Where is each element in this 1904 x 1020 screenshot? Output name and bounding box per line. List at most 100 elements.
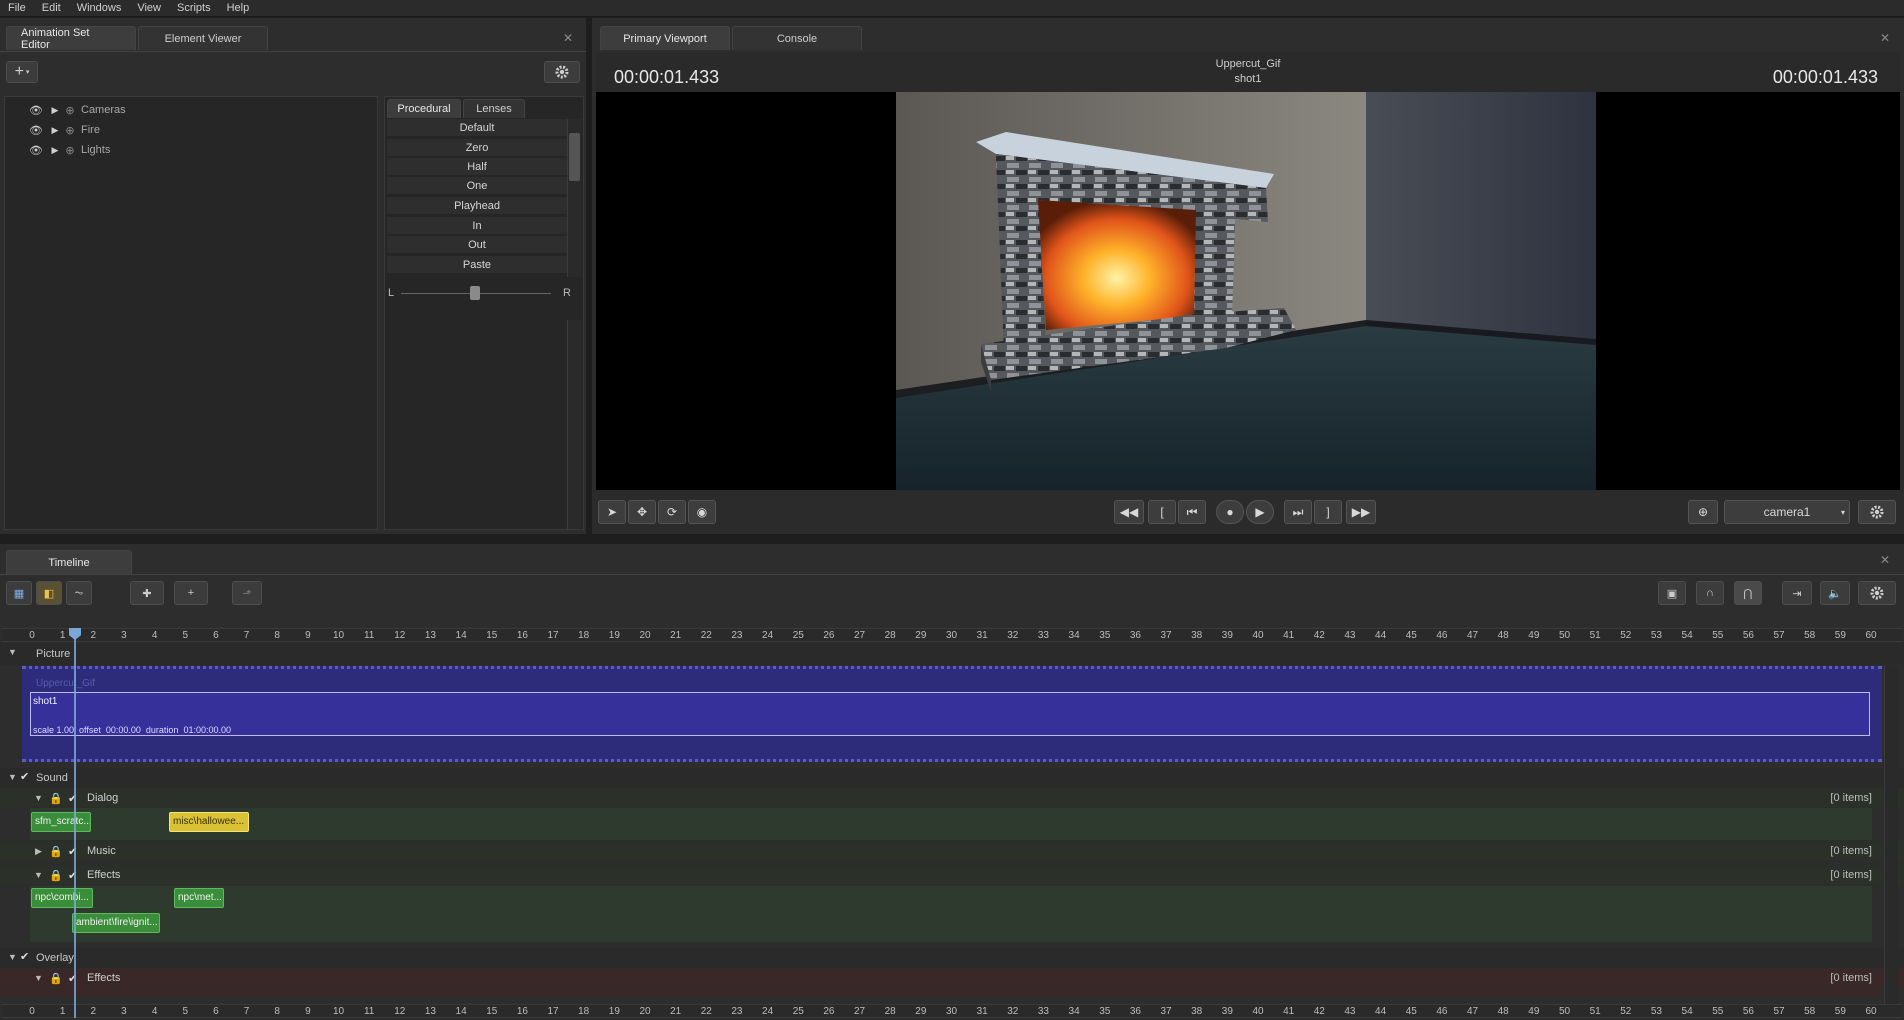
collapse-arrow-icon[interactable]: ▼ bbox=[34, 793, 43, 803]
sound-clip[interactable]: ambient\fire\ignit... bbox=[72, 913, 160, 933]
add-marker-button[interactable]: ✚ bbox=[130, 581, 164, 605]
play-button[interactable]: ▶ bbox=[1246, 500, 1274, 524]
tab-timeline[interactable]: Timeline bbox=[6, 550, 132, 574]
tree-item-cameras[interactable]: 👁 ▶ ⊕ Cameras bbox=[5, 101, 126, 119]
close-viewport-icon[interactable]: ✕ bbox=[1880, 31, 1890, 45]
add-track-button[interactable]: + bbox=[174, 581, 208, 605]
preset-one-button[interactable]: One bbox=[387, 177, 567, 195]
sound-clip[interactable]: npc\combi... bbox=[31, 888, 93, 908]
preset-playhead-button[interactable]: Playhead bbox=[387, 197, 567, 215]
panel-splitter[interactable] bbox=[0, 534, 1904, 544]
close-left-panel-icon[interactable]: ✕ bbox=[563, 31, 573, 45]
slider-handle[interactable] bbox=[470, 286, 480, 300]
check-icon[interactable]: ✔ bbox=[20, 770, 29, 783]
snap-button[interactable]: ∩ bbox=[1696, 581, 1724, 605]
collapse-arrow-icon[interactable]: ▼ bbox=[34, 973, 43, 983]
eye-icon[interactable]: 👁 bbox=[25, 124, 47, 137]
menu-view[interactable]: View bbox=[129, 2, 169, 14]
time-ruler-bottom[interactable]: 0 1 2 3 4 5 6 7 8 9 10 11 12 13 14 15 16 17 18 19 20 21 22 23 24… bbox=[2, 1004, 1902, 1018]
sound-clip[interactable]: sfm_scratc... bbox=[31, 812, 91, 832]
jump-to-end-button[interactable]: ⇥ bbox=[1782, 581, 1812, 605]
lock-view-button[interactable]: ▣ bbox=[1658, 581, 1686, 605]
lock-icon[interactable]: 🔒 bbox=[49, 845, 63, 858]
tab-element-viewer[interactable]: Element Viewer bbox=[138, 26, 268, 50]
effects-track-lane[interactable]: npc\combi... npc\met... ambient\fire\ign… bbox=[30, 886, 1872, 942]
preset-default-button[interactable]: Default bbox=[387, 119, 567, 137]
time-ruler-top[interactable]: 0 1 2 3 4 5 6 7 8 9 10 11 12 13 14 15 16 17 18 19 20 21 22 23 24… bbox=[2, 628, 1902, 642]
graph-editor-button[interactable]: ⏦ bbox=[66, 581, 92, 605]
preset-scrollbar[interactable] bbox=[567, 119, 581, 277]
tab-primary-viewport[interactable]: Primary Viewport bbox=[600, 26, 730, 50]
expand-arrow-icon[interactable]: ▶ bbox=[47, 125, 63, 136]
menu-edit[interactable]: Edit bbox=[34, 2, 69, 14]
ruler-tick-label: 24 bbox=[762, 1006, 774, 1017]
ruler-tick-label: 12 bbox=[394, 1006, 406, 1017]
tree-item-lights[interactable]: 👁 ▶ ⊕ Lights bbox=[5, 141, 110, 159]
dialog-track-lane[interactable]: sfm_scratc... misc\hallowee... bbox=[30, 808, 1872, 840]
mark-in-button[interactable]: [ bbox=[1148, 500, 1176, 524]
clip-editor-button[interactable]: ▦ bbox=[6, 581, 32, 605]
fast-forward-button[interactable]: ▶▶ bbox=[1346, 500, 1376, 524]
select-tool-button[interactable]: ➤ bbox=[598, 500, 626, 524]
prev-frame-button[interactable]: ⏮ bbox=[1178, 500, 1206, 524]
close-timeline-icon[interactable]: ✕ bbox=[1880, 553, 1890, 567]
move-up-button[interactable]: ⬏ bbox=[232, 581, 262, 605]
scrollbar-thumb[interactable] bbox=[569, 133, 580, 181]
expand-arrow-icon[interactable]: ▶ bbox=[35, 846, 42, 857]
preset-out-button[interactable]: Out bbox=[387, 236, 567, 254]
move-tool-button[interactable]: ✥ bbox=[628, 500, 656, 524]
timeline-scrollbar[interactable] bbox=[1884, 666, 1898, 1006]
overlay-effects-label: Effects bbox=[87, 972, 121, 984]
sound-clip[interactable]: npc\met... bbox=[174, 888, 224, 908]
collapse-arrow-icon[interactable]: ▼ bbox=[34, 870, 43, 880]
next-frame-button[interactable]: ⏭ bbox=[1284, 500, 1312, 524]
rotate-tool-button[interactable]: ⟳ bbox=[658, 500, 686, 524]
playhead-line[interactable] bbox=[74, 628, 76, 1018]
check-icon[interactable]: ✔ bbox=[20, 950, 29, 963]
tab-procedural[interactable]: Procedural bbox=[387, 99, 461, 118]
expand-arrow-icon[interactable]: ▶ bbox=[47, 105, 63, 116]
picture-track[interactable]: Uppercut_Gif shot1 scale 1.00 offset 00:… bbox=[22, 666, 1882, 762]
rewind-button[interactable]: ◀◀ bbox=[1114, 500, 1144, 524]
overlay-track-lane[interactable] bbox=[0, 988, 1880, 996]
overlay-effects-items-count: [0 items] bbox=[1830, 972, 1872, 984]
menu-scripts[interactable]: Scripts bbox=[169, 2, 219, 14]
motion-editor-button[interactable]: ◧ bbox=[36, 581, 62, 605]
tree-item-fire[interactable]: 👁 ▶ ⊕ Fire bbox=[5, 121, 100, 139]
settings-button[interactable] bbox=[544, 61, 580, 83]
mute-button[interactable]: 🔈 bbox=[1820, 581, 1850, 605]
pivot-tool-button[interactable]: ◉ bbox=[688, 500, 716, 524]
tab-lenses[interactable]: Lenses bbox=[463, 99, 525, 118]
preset-paste-button[interactable]: Paste bbox=[387, 256, 567, 274]
shot-clip[interactable]: shot1 scale 1.00 offset 00:00.00 duratio… bbox=[30, 692, 1870, 736]
lock-icon[interactable]: 🔒 bbox=[49, 972, 63, 985]
viewport-render[interactable] bbox=[596, 92, 1900, 490]
menu-windows[interactable]: Windows bbox=[69, 2, 130, 14]
add-button[interactable]: + ▾ bbox=[6, 61, 38, 83]
collapse-arrow-icon[interactable]: ▼ bbox=[8, 647, 17, 657]
mark-out-button[interactable]: ] bbox=[1314, 500, 1342, 524]
collapse-arrow-icon[interactable]: ▼ bbox=[8, 772, 17, 782]
preset-half-button[interactable]: Half bbox=[387, 158, 567, 176]
lock-icon[interactable]: 🔒 bbox=[49, 792, 63, 805]
expand-arrow-icon[interactable]: ▶ bbox=[47, 145, 63, 156]
balance-slider[interactable]: L R bbox=[387, 283, 581, 303]
record-button[interactable]: ● bbox=[1216, 500, 1244, 524]
camera-target-button[interactable]: ⊕ bbox=[1688, 500, 1718, 524]
menu-file[interactable]: File bbox=[0, 2, 34, 14]
preset-zero-button[interactable]: Zero bbox=[387, 139, 567, 157]
tab-console[interactable]: Console bbox=[732, 26, 862, 50]
tab-animation-set-editor[interactable]: Animation Set Editor bbox=[6, 26, 136, 51]
lower-scrollbar[interactable] bbox=[567, 320, 581, 529]
menu-help[interactable]: Help bbox=[219, 2, 258, 14]
viewport-settings-button[interactable] bbox=[1858, 500, 1896, 524]
collapse-arrow-icon[interactable]: ▼ bbox=[8, 952, 17, 962]
timeline-settings-button[interactable] bbox=[1858, 581, 1896, 605]
lock-icon[interactable]: 🔒 bbox=[49, 869, 63, 882]
snap-frame-button[interactable]: ⋂ bbox=[1734, 581, 1762, 605]
eye-icon[interactable]: 👁 bbox=[25, 104, 47, 117]
sound-clip-selected[interactable]: misc\hallowee... bbox=[169, 812, 249, 832]
eye-icon[interactable]: 👁 bbox=[25, 144, 47, 157]
camera-select[interactable]: camera1 ▾ bbox=[1724, 500, 1850, 524]
preset-in-button[interactable]: In bbox=[387, 217, 567, 235]
